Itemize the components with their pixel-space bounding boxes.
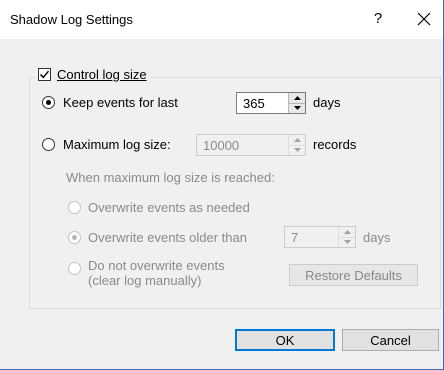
max-log-size-stepper[interactable]: 10000 [196, 134, 306, 156]
do-not-overwrite-label-line2: (clear log manually) [88, 273, 202, 288]
do-not-overwrite-label-line1: Do not overwrite events [88, 258, 225, 273]
spin-down-icon [343, 240, 351, 245]
overwrite-older-label: Overwrite events older than [88, 230, 247, 245]
close-button[interactable] [410, 5, 438, 33]
shadow-log-settings-dialog: Shadow Log Settings ? Control log size K… [0, 0, 444, 370]
overwrite-older-radio[interactable] [68, 231, 81, 244]
keep-events-unit: days [313, 95, 341, 110]
spin-down-button[interactable] [288, 102, 305, 113]
ok-button[interactable]: OK [235, 329, 335, 351]
spin-up-icon [293, 137, 301, 142]
max-log-size-label: Maximum log size: [63, 137, 171, 152]
max-log-size-unit: records [313, 137, 357, 152]
when-reached-label: When maximum log size is reached: [66, 170, 275, 185]
overwrite-older-days-value[interactable]: 7 [291, 230, 298, 245]
spin-down-button[interactable] [338, 236, 355, 247]
keep-events-days-value[interactable]: 365 [243, 96, 265, 111]
spin-up-button[interactable] [338, 227, 355, 237]
max-log-size-radio[interactable] [42, 138, 55, 151]
max-log-size-value[interactable]: 10000 [203, 138, 239, 153]
spin-up-button[interactable] [288, 93, 305, 103]
keep-events-label: Keep events for last [63, 95, 178, 110]
spin-down-button[interactable] [288, 144, 305, 155]
overwrite-as-needed-label: Overwrite events as needed [88, 200, 250, 215]
spin-up-icon [293, 95, 301, 100]
overwrite-older-unit: days [363, 230, 391, 245]
spin-down-icon [293, 106, 301, 111]
dialog-title: Shadow Log Settings [10, 12, 133, 27]
checkbox-checked-icon [38, 68, 51, 81]
control-log-size-label: Control log size [57, 67, 147, 82]
title-bar: Shadow Log Settings ? [0, 0, 443, 39]
do-not-overwrite-radio[interactable] [68, 262, 81, 275]
restore-defaults-button[interactable]: Restore Defaults [289, 264, 418, 286]
overwrite-as-needed-radio[interactable] [68, 201, 81, 214]
radio-selected-dot [72, 235, 77, 240]
spin-up-button[interactable] [288, 135, 305, 145]
keep-events-days-stepper[interactable]: 365 [236, 92, 306, 114]
close-icon [417, 12, 431, 26]
control-log-size-checkbox[interactable]: Control log size [36, 67, 151, 82]
help-button[interactable]: ? [370, 10, 386, 27]
spin-down-icon [293, 148, 301, 153]
overwrite-older-days-stepper[interactable]: 7 [284, 226, 356, 248]
radio-selected-dot [46, 100, 51, 105]
cancel-button[interactable]: Cancel [342, 329, 439, 351]
keep-events-radio[interactable] [42, 96, 55, 109]
spin-up-icon [343, 229, 351, 234]
